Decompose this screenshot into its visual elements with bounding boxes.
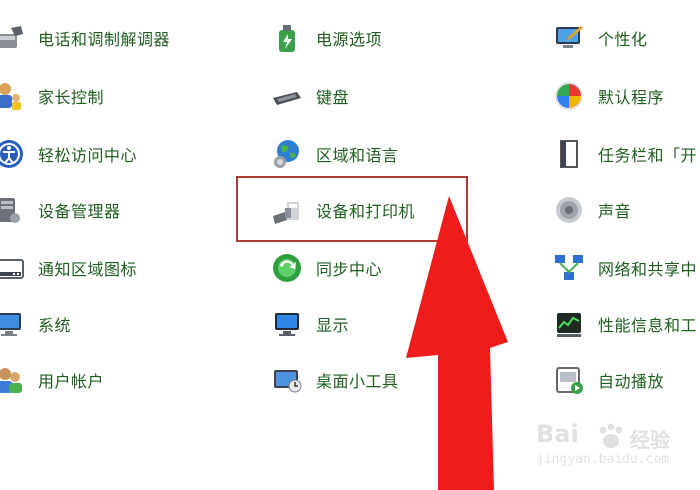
keyboard-icon: [270, 79, 304, 113]
cp-item-system[interactable]: 系统: [0, 304, 71, 344]
region-language-icon: [270, 137, 304, 171]
ease-of-access-icon: [0, 137, 26, 171]
notification-area-icon: [0, 251, 26, 285]
cp-item-label: 区域和语言: [316, 146, 399, 165]
cp-item-personalization[interactable]: 个性化: [552, 18, 648, 58]
cp-item-display[interactable]: 显示: [270, 304, 349, 344]
sync-center-icon: [270, 251, 304, 285]
device-manager-icon: [0, 193, 26, 227]
cp-item-keyboard[interactable]: 键盘: [270, 76, 349, 116]
cp-item-taskbar-start[interactable]: 任务栏和「开: [552, 134, 697, 174]
watermark-suffix: 经验: [630, 428, 670, 452]
cp-item-label: 显示: [316, 316, 350, 335]
cp-item-label: 任务栏和「开: [598, 146, 698, 165]
cp-item-label: 电源选项: [316, 30, 383, 49]
user-accounts-icon: [0, 363, 26, 397]
cp-item-label: 性能信息和工: [598, 316, 698, 335]
cp-item-label: 用户帐户: [38, 372, 105, 391]
cp-item-ease-of-access[interactable]: 轻松访问中心: [0, 134, 137, 174]
cp-item-label: 家长控制: [38, 88, 105, 107]
cp-item-autoplay[interactable]: 自动播放: [552, 360, 664, 400]
cp-item-network-sharing[interactable]: 网络和共享中: [552, 248, 697, 288]
red-arrow-pointer: [406, 196, 508, 490]
cp-item-region-language[interactable]: 区域和语言: [270, 134, 399, 174]
baidu-watermark: Bai 经验 jingyan.baidu.com: [536, 420, 676, 476]
cp-item-device-manager[interactable]: 设备管理器: [0, 190, 121, 230]
cp-item-performance[interactable]: 性能信息和工: [552, 304, 697, 344]
modem-icon: [0, 21, 26, 55]
cp-item-label: 系统: [38, 316, 72, 335]
cp-item-sound[interactable]: 声音: [552, 190, 631, 230]
cp-item-desktop-gadgets[interactable]: 桌面小工具: [270, 360, 399, 400]
autoplay-icon: [552, 363, 586, 397]
cp-item-label: 同步中心: [316, 260, 383, 279]
cp-item-label: 个性化: [598, 30, 648, 49]
network-sharing-icon: [552, 251, 586, 285]
cp-item-label: 网络和共享中: [598, 260, 698, 279]
cp-item-label: 声音: [598, 202, 632, 221]
display-icon: [270, 307, 304, 341]
cp-item-label: 通知区域图标: [38, 260, 138, 279]
system-icon: [0, 307, 26, 341]
cp-item-label: 轻松访问中心: [38, 146, 138, 165]
personalization-icon: [552, 21, 586, 55]
cp-item-notification-area[interactable]: 通知区域图标: [0, 248, 137, 288]
cp-item-phone-modem[interactable]: 电话和调制解调器: [0, 18, 170, 58]
sound-icon: [552, 193, 586, 227]
paw-icon: [596, 422, 626, 454]
cp-item-label: 桌面小工具: [316, 372, 399, 391]
cp-item-sync-center[interactable]: 同步中心: [270, 248, 382, 288]
cp-item-parental-controls[interactable]: 家长控制: [0, 76, 104, 116]
desktop-gadgets-icon: [270, 363, 304, 397]
watermark-url: jingyan.baidu.com: [536, 452, 670, 467]
cp-item-label: 默认程序: [598, 88, 665, 107]
performance-icon: [552, 307, 586, 341]
taskbar-icon: [552, 137, 586, 171]
cp-item-user-accounts[interactable]: 用户帐户: [0, 360, 104, 400]
parental-controls-icon: [0, 79, 26, 113]
power-options-icon: [270, 21, 304, 55]
cp-item-power-options[interactable]: 电源选项: [270, 18, 382, 58]
watermark-brand: Bai: [536, 420, 579, 448]
cp-item-label: 设备管理器: [38, 202, 121, 221]
cp-item-label: 键盘: [316, 88, 350, 107]
cp-item-default-programs[interactable]: 默认程序: [552, 76, 664, 116]
default-programs-icon: [552, 79, 586, 113]
cp-item-label: 电话和调制解调器: [38, 30, 171, 49]
cp-item-label: 自动播放: [598, 372, 665, 391]
highlight-box: [236, 176, 468, 242]
